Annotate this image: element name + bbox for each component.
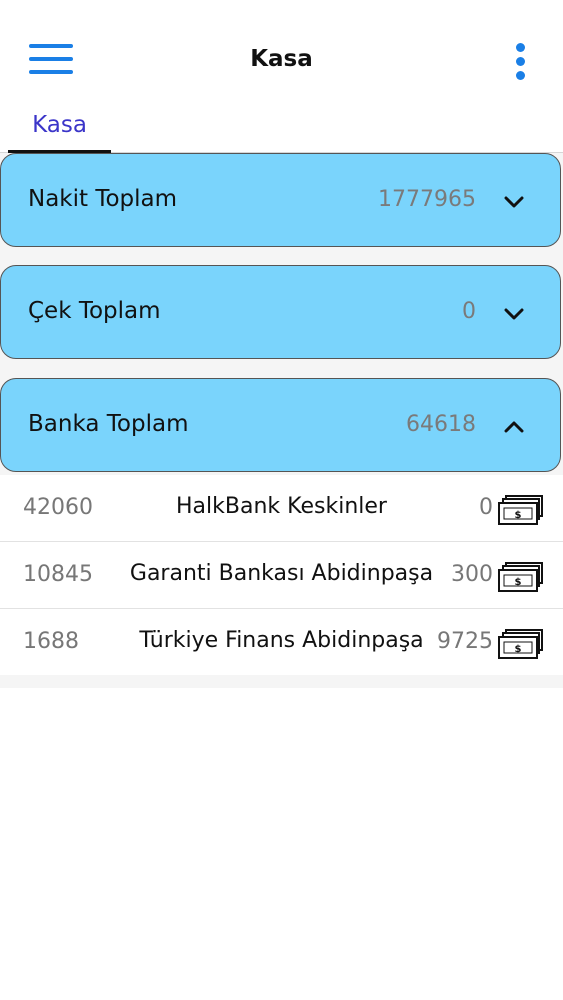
card-value: 1777965 [378,187,476,212]
card-label: Banka Toplam [28,411,189,437]
money-stack-icon[interactable]: $ [497,494,547,526]
card-label: Nakit Toplam [28,186,178,212]
bank-account-list: 42060 HalkBank Keskinler 0 $ 10845 Garan… [0,475,563,675]
card-value: 0 [462,299,476,324]
cek-toplam-card[interactable]: Çek Toplam 0 [0,265,561,359]
chevron-up-icon[interactable] [504,417,524,437]
svg-text:$: $ [515,644,522,655]
svg-text:$: $ [515,510,522,521]
chevron-down-icon[interactable] [504,304,524,324]
tab-label: Kasa [32,112,87,138]
tab-kasa[interactable]: Kasa [8,100,111,153]
banka-toplam-card[interactable]: Banka Toplam 64618 [0,378,561,472]
list-item[interactable]: 10845 Garanti Bankası Abidinpaşa 300 $ [0,542,563,609]
page-title: Kasa [250,46,313,72]
tab-bar: Kasa [0,100,563,153]
more-vertical-icon[interactable] [514,43,528,81]
nakit-toplam-card[interactable]: Nakit Toplam 1777965 [0,153,561,247]
money-stack-icon[interactable]: $ [497,628,547,660]
list-item[interactable]: 1688 Türkiye Finans Abidinpaşa 9725 $ [0,609,563,675]
account-amount: 300 [451,562,493,587]
chevron-down-icon[interactable] [504,192,524,212]
card-label: Çek Toplam [28,298,161,324]
money-stack-icon[interactable]: $ [497,561,547,593]
card-value: 64618 [406,412,476,437]
account-amount: 0 [479,495,493,520]
list-item[interactable]: 42060 HalkBank Keskinler 0 $ [0,475,563,542]
svg-text:$: $ [515,577,522,588]
account-amount: 9725 [437,629,493,654]
navigation-bar: Kasa [0,0,563,100]
